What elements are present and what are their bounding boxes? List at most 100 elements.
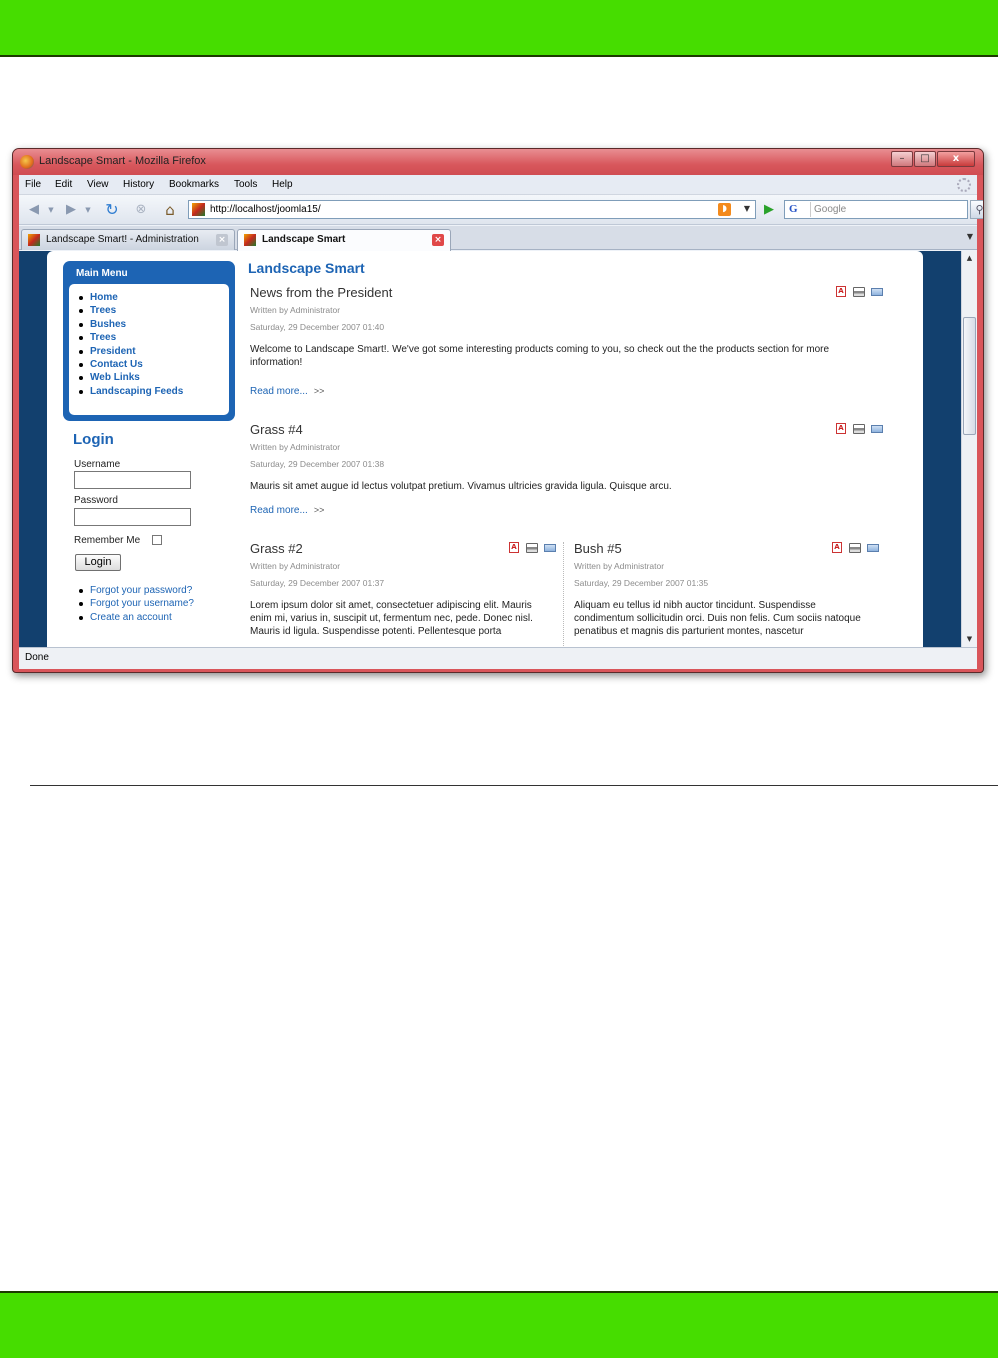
read-more-label[interactable]: Read more... [250, 505, 308, 516]
login-button[interactable]: Login [75, 554, 121, 571]
menu-link-trees-2[interactable]: Trees [79, 331, 183, 344]
remember-me-checkbox[interactable] [152, 535, 162, 545]
article-date: Saturday, 29 December 2007 01:35 [574, 578, 709, 588]
password-label: Password [74, 495, 118, 506]
print-icon[interactable] [526, 543, 538, 553]
tab-landscape-smart[interactable]: Landscape Smart × [237, 229, 451, 251]
google-engine-icon[interactable]: G [787, 202, 811, 217]
print-icon[interactable] [853, 424, 865, 434]
username-field[interactable] [74, 471, 191, 489]
bottom-green-band [0, 1291, 998, 1358]
pdf-icon[interactable]: A [836, 286, 846, 297]
tab-list-chevron-down-icon[interactable]: ▼ [967, 232, 973, 241]
menu-link-landscaping-feeds[interactable]: Landscaping Feeds [79, 385, 183, 398]
status-bar: Done [19, 647, 977, 669]
email-icon[interactable] [867, 544, 879, 552]
article-title[interactable]: Grass #2 [250, 541, 303, 556]
close-window-button[interactable]: x [937, 151, 975, 167]
read-more-arrows: >> [313, 505, 325, 515]
article-date: Saturday, 29 December 2007 01:38 [250, 459, 385, 469]
home-icon[interactable]: ⌂ [159, 200, 181, 220]
login-links: Forgot your password? Forgot your userna… [79, 584, 194, 624]
rss-feed-icon[interactable]: ◗ [718, 203, 731, 216]
tab-close-icon[interactable]: × [216, 234, 228, 246]
go-arrow-icon[interactable]: ▶ [761, 202, 777, 218]
remember-me-label: Remember Me [74, 535, 141, 546]
menu-link-trees[interactable]: Trees [79, 304, 183, 317]
email-icon[interactable] [871, 425, 883, 433]
article-grass-2: Grass #2 Written by Administrator Saturd… [250, 541, 560, 647]
scroll-up-icon[interactable]: ▲ [962, 251, 977, 266]
menu-help[interactable]: Help [272, 179, 293, 190]
search-box[interactable]: G Google [784, 200, 968, 219]
forgot-password-link[interactable]: Forgot your password? [79, 584, 194, 597]
browser-chrome: File Edit View History Bookmarks Tools H… [19, 175, 983, 669]
print-icon[interactable] [849, 543, 861, 553]
read-more-label[interactable]: Read more... [250, 386, 308, 397]
menu-file[interactable]: File [25, 179, 41, 190]
create-account-link[interactable]: Create an account [79, 611, 194, 624]
article-bush-5: Bush #5 Written by Administrator Saturda… [574, 541, 884, 647]
password-field[interactable] [74, 508, 191, 526]
forward-icon[interactable]: ▶ [60, 200, 82, 220]
menu-edit[interactable]: Edit [55, 179, 72, 190]
status-text: Done [25, 652, 49, 663]
tab-bar: Landscape Smart! - Administration × Land… [19, 226, 977, 251]
menu-view[interactable]: View [87, 179, 109, 190]
scroll-thumb[interactable] [963, 317, 976, 435]
article-grass-4: Grass #4 Written by Administrator Saturd… [250, 422, 890, 522]
article-body: Welcome to Landscape Smart!. We've got s… [250, 344, 830, 368]
article-title[interactable]: Bush #5 [574, 541, 622, 556]
article-actions: A [509, 542, 559, 554]
main-menu: Main Menu Home Trees Bushes Trees Presid… [63, 261, 235, 421]
tab-administration[interactable]: Landscape Smart! - Administration × [21, 229, 235, 250]
main-menu-list: Home Trees Bushes Trees President Contac… [79, 291, 183, 398]
menu-history[interactable]: History [123, 179, 154, 190]
forward-history-chevron-down-icon[interactable]: ▼ [83, 200, 93, 220]
article-author: Written by Administrator [250, 305, 341, 315]
back-icon[interactable]: ◀ [23, 200, 45, 220]
article-title[interactable]: Grass #4 [250, 422, 303, 437]
url-text[interactable]: http://localhost/joomla15/ [210, 204, 321, 215]
tab-close-icon[interactable]: × [432, 234, 444, 246]
vertical-scrollbar[interactable]: ▲ ▼ [961, 251, 977, 647]
menu-link-president[interactable]: President [79, 345, 183, 358]
menu-link-web-links[interactable]: Web Links [79, 371, 183, 384]
pdf-icon[interactable]: A [509, 542, 519, 553]
window-title: Landscape Smart - Mozilla Firefox [39, 155, 206, 167]
article-title[interactable]: News from the President [250, 285, 392, 300]
read-more-arrows: >> [313, 386, 325, 396]
tab-favicon-icon [244, 234, 256, 246]
main-menu-title: Main Menu [76, 268, 128, 279]
menu-tools[interactable]: Tools [234, 179, 257, 190]
back-history-chevron-down-icon[interactable]: ▼ [46, 200, 56, 220]
menu-link-bushes[interactable]: Bushes [79, 318, 183, 331]
email-icon[interactable] [871, 288, 883, 296]
scroll-down-icon[interactable]: ▼ [962, 632, 977, 647]
menu-bookmarks[interactable]: Bookmarks [169, 179, 219, 190]
reload-icon[interactable]: ↻ [102, 200, 122, 220]
article-date: Saturday, 29 December 2007 01:37 [250, 578, 385, 588]
pdf-icon[interactable]: A [832, 542, 842, 553]
read-more-link[interactable]: Read more... >> [250, 505, 324, 516]
url-history-chevron-down-icon[interactable]: ▼ [744, 204, 750, 213]
url-bar[interactable]: http://localhost/joomla15/ ◗ ▼ [188, 200, 756, 219]
menu-link-contact-us[interactable]: Contact Us [79, 358, 183, 371]
username-label: Username [74, 459, 121, 470]
minimize-button[interactable]: – [891, 151, 913, 167]
page-divider-line [30, 785, 998, 786]
stop-icon[interactable]: ⊗ [131, 200, 151, 220]
email-icon[interactable] [544, 544, 556, 552]
maximize-button[interactable]: □ [914, 151, 936, 167]
search-input[interactable]: Google [814, 204, 846, 215]
article-body: Mauris sit amet augue id lectus volutpat… [250, 481, 672, 492]
search-magnifier-icon[interactable]: ⚲ [970, 200, 983, 219]
firefox-window: Landscape Smart - Mozilla Firefox – □ x … [12, 148, 984, 673]
menu-link-home[interactable]: Home [79, 291, 183, 304]
print-icon[interactable] [853, 287, 865, 297]
tab-label: Landscape Smart! - Administration [46, 234, 199, 245]
read-more-link[interactable]: Read more... >> [250, 386, 324, 397]
pdf-icon[interactable]: A [836, 423, 846, 434]
article-body: Lorem ipsum dolor sit amet, consectetuer… [250, 600, 533, 637]
forgot-username-link[interactable]: Forgot your username? [79, 597, 194, 610]
